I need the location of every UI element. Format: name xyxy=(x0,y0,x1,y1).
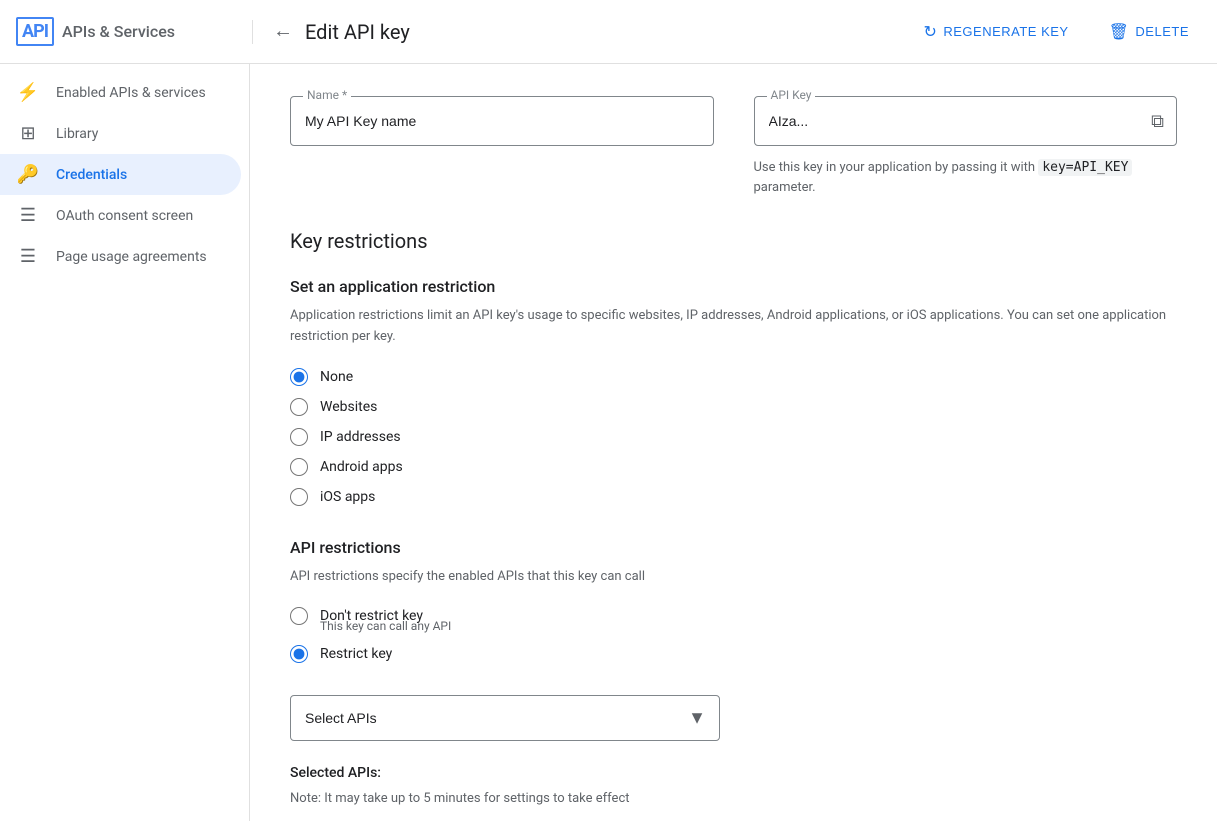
sidebar: ⚡ Enabled APIs & services ⊞ Library 🔑 Cr… xyxy=(0,64,250,821)
api-key-hint-code: key=API_KEY xyxy=(1038,159,1132,176)
delete-icon: 🗑 xyxy=(1109,22,1130,42)
app-title: APIs & Services xyxy=(62,22,175,41)
settings-note: Note: It may take up to 5 minutes for se… xyxy=(290,789,1177,809)
radio-restrict-key[interactable]: Restrict key xyxy=(290,645,1177,663)
api-restriction-desc: API restrictions specify the enabled API… xyxy=(290,567,1177,588)
regenerate-icon: ↻ xyxy=(923,22,937,42)
sidebar-item-oauth[interactable]: ☰ OAuth consent screen xyxy=(0,195,241,236)
select-apis-wrapper: Select APIs ▼ xyxy=(290,695,720,741)
name-field-group: Name * xyxy=(290,96,714,197)
radio-websites[interactable]: Websites xyxy=(290,398,1177,416)
sidebar-item-page-usage[interactable]: ☰ Page usage agreements xyxy=(0,236,241,277)
radio-ios-label: iOS apps xyxy=(320,489,375,505)
api-restriction-radio-group: Don't restrict key This key can call any… xyxy=(290,607,1177,663)
sidebar-item-credentials[interactable]: 🔑 Credentials xyxy=(0,154,241,195)
name-field-label: Name * xyxy=(303,88,351,102)
sidebar-item-label: Credentials xyxy=(56,167,127,183)
main-layout: ⚡ Enabled APIs & services ⊞ Library 🔑 Cr… xyxy=(0,64,1217,821)
delete-button[interactable]: 🗑 DELETE xyxy=(1097,14,1201,50)
radio-ios-apps[interactable]: iOS apps xyxy=(290,488,1177,506)
radio-restrict-input[interactable] xyxy=(290,645,308,663)
dont-restrict-sublabel: This key can call any API xyxy=(320,619,1177,633)
key-restrictions-title: Key restrictions xyxy=(290,229,1177,253)
name-input[interactable] xyxy=(291,97,713,145)
radio-android-input[interactable] xyxy=(290,458,308,476)
selected-apis-title: Selected APIs: xyxy=(290,765,1177,781)
library-icon: ⊞ xyxy=(16,123,40,144)
select-apis-dropdown[interactable]: Select APIs xyxy=(290,695,720,741)
sidebar-item-enabled-apis[interactable]: ⚡ Enabled APIs & services xyxy=(0,72,241,113)
sidebar-item-library[interactable]: ⊞ Library xyxy=(0,113,241,154)
api-logo-icon: API xyxy=(16,17,54,46)
enabled-apis-icon: ⚡ xyxy=(16,82,40,103)
api-key-hint: Use this key in your application by pass… xyxy=(754,158,1178,197)
api-key-field-wrapper: API Key ⧉ xyxy=(754,96,1178,146)
api-key-label: API Key xyxy=(767,88,816,102)
page-usage-icon: ☰ xyxy=(16,246,40,267)
credentials-icon: 🔑 xyxy=(16,164,40,185)
oauth-icon: ☰ xyxy=(16,205,40,226)
radio-none[interactable]: None xyxy=(290,368,1177,386)
page-title: Edit API key xyxy=(305,20,410,44)
radio-none-label: None xyxy=(320,369,353,385)
app-restriction-radio-group: None Websites IP addresses Android apps … xyxy=(290,368,1177,506)
radio-dont-restrict-input[interactable] xyxy=(290,607,308,625)
sidebar-item-label: Library xyxy=(56,126,98,142)
dont-restrict-wrapper: Don't restrict key This key can call any… xyxy=(290,607,1177,633)
sidebar-item-label: Enabled APIs & services xyxy=(56,85,206,101)
delete-label: DELETE xyxy=(1135,24,1189,39)
header-divider xyxy=(252,20,253,44)
form-top-row: Name * API Key ⧉ Use this key in your ap… xyxy=(290,96,1177,197)
app-restriction-title: Set an application restriction xyxy=(290,277,1177,296)
radio-ios-input[interactable] xyxy=(290,488,308,506)
radio-websites-input[interactable] xyxy=(290,398,308,416)
api-key-input[interactable] xyxy=(755,97,1140,145)
app-logo: API APIs & Services xyxy=(16,17,236,46)
radio-ip-label: IP addresses xyxy=(320,429,401,445)
api-key-hint-text: Use this key in your application by pass… xyxy=(754,160,1036,175)
api-restriction-title: API restrictions xyxy=(290,538,1177,557)
radio-ip-addresses[interactable]: IP addresses xyxy=(290,428,1177,446)
copy-api-key-button[interactable]: ⧉ xyxy=(1139,103,1176,140)
app-restriction-desc: Application restrictions limit an API ke… xyxy=(290,306,1177,348)
header-right-actions: ↻ REGENERATE KEY 🗑 DELETE xyxy=(911,14,1201,50)
radio-android-apps[interactable]: Android apps xyxy=(290,458,1177,476)
header-actions: ← Edit API key ↻ REGENERATE KEY 🗑 DELETE xyxy=(269,14,1201,50)
regenerate-key-button[interactable]: ↻ REGENERATE KEY xyxy=(911,14,1080,50)
name-field-wrapper: Name * xyxy=(290,96,714,146)
radio-android-label: Android apps xyxy=(320,459,403,475)
top-header: API APIs & Services ← Edit API key ↻ REG… xyxy=(0,0,1217,64)
sidebar-item-label: Page usage agreements xyxy=(56,249,207,265)
content-area: Name * API Key ⧉ Use this key in your ap… xyxy=(250,64,1217,821)
radio-ip-input[interactable] xyxy=(290,428,308,446)
radio-restrict-label: Restrict key xyxy=(320,646,392,662)
sidebar-item-label: OAuth consent screen xyxy=(56,208,193,224)
api-key-hint-suffix: parameter. xyxy=(754,180,816,195)
radio-websites-label: Websites xyxy=(320,399,377,415)
api-key-field-group: API Key ⧉ Use this key in your applicati… xyxy=(754,96,1178,197)
radio-none-input[interactable] xyxy=(290,368,308,386)
regenerate-label: REGENERATE KEY xyxy=(943,24,1068,39)
back-button[interactable]: ← xyxy=(269,16,297,47)
